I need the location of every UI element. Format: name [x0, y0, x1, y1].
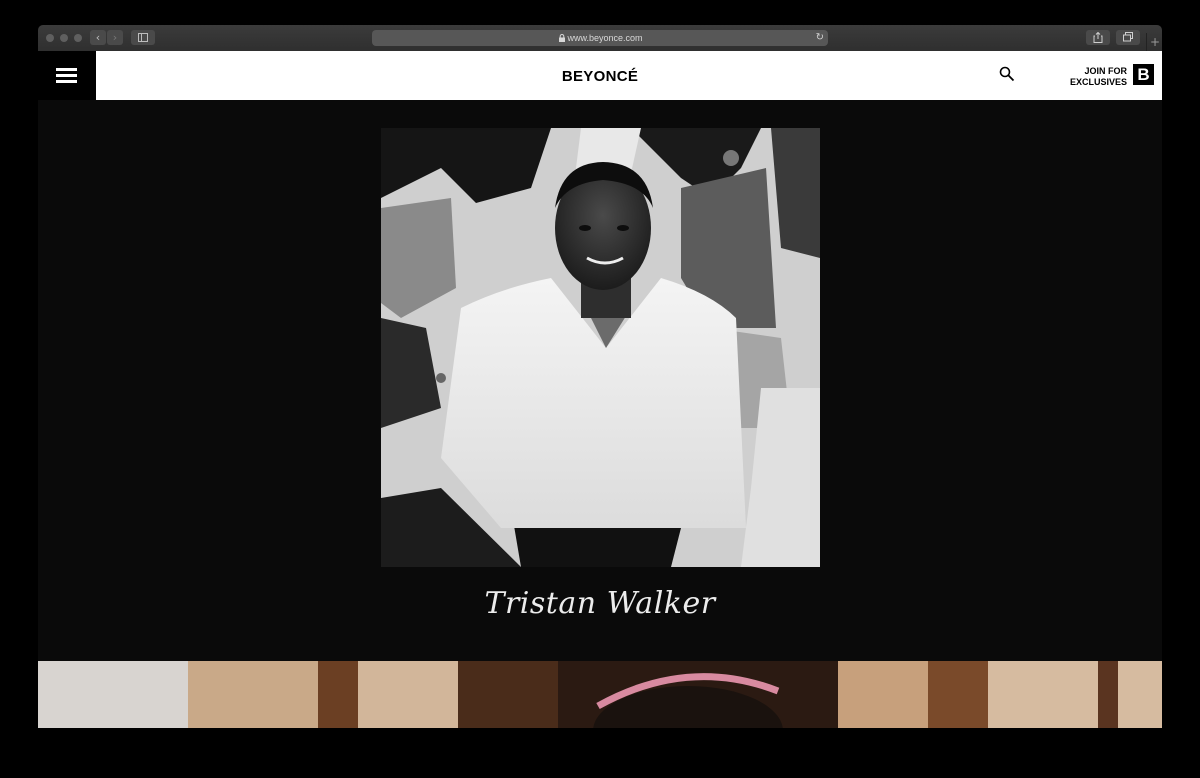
new-tab-button[interactable]: + [1146, 33, 1162, 51]
feature-section: Tristan Walker [38, 100, 1162, 661]
b-logo-badge[interactable]: B [1133, 64, 1154, 85]
tab-overview-button[interactable] [1116, 30, 1140, 45]
menu-button[interactable] [38, 51, 96, 100]
sidebar-toggle-button[interactable] [131, 30, 155, 45]
join-for-exclusives-link[interactable]: JOIN FOR EXCLUSIVES [1062, 66, 1127, 88]
join-line-1: JOIN FOR [1084, 66, 1127, 76]
join-line-2: EXCLUSIVES [1069, 77, 1127, 87]
zoom-window-button[interactable] [74, 34, 82, 42]
search-icon[interactable] [999, 66, 1015, 82]
tabs-icon [1123, 32, 1133, 42]
forward-button[interactable]: › [107, 30, 123, 45]
sidebar-icon [138, 33, 148, 42]
share-button[interactable] [1086, 30, 1110, 45]
share-icon [1093, 32, 1103, 43]
browser-toolbar: ‹ › www.beyonce.com ↻ + [38, 25, 1162, 52]
lock-icon [559, 34, 565, 42]
close-window-button[interactable] [46, 34, 54, 42]
reload-icon[interactable]: ↻ [816, 30, 824, 46]
url-text: www.beyonce.com [567, 33, 643, 43]
menu-icon [56, 68, 77, 71]
site-header: BEYONCÉ JOIN FOR EXCLUSIVES B [38, 51, 1162, 100]
browser-window: ‹ › www.beyonce.com ↻ + BEYONCÉ JOIN FOR… [38, 25, 1162, 728]
minimize-window-button[interactable] [60, 34, 68, 42]
address-bar[interactable]: www.beyonce.com ↻ [372, 30, 828, 46]
feature-caption: Tristan Walker [484, 586, 716, 621]
next-section-preview [38, 661, 1162, 728]
site-logo[interactable]: BEYONCÉ [38, 51, 1162, 100]
back-button[interactable]: ‹ [90, 30, 106, 45]
portrait-image [381, 128, 820, 567]
